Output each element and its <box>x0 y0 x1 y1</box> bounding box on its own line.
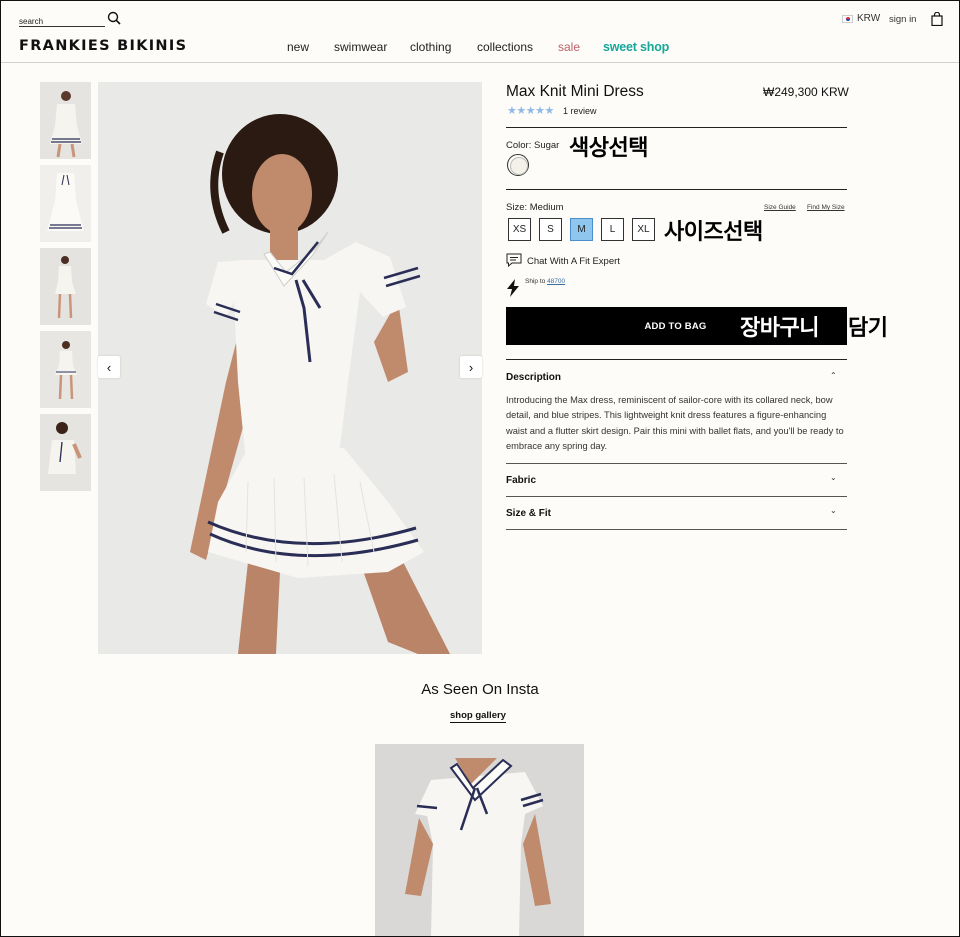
divider <box>506 189 847 190</box>
korea-flag-icon <box>842 14 853 23</box>
insta-photo[interactable] <box>375 744 584 936</box>
nav-clothing[interactable]: clothing <box>410 40 451 54</box>
nav-new[interactable]: new <box>287 40 309 54</box>
size-xs-button[interactable]: XS <box>508 218 531 241</box>
chevron-down-icon[interactable]: ⌄ <box>830 473 837 482</box>
color-label: Color: Sugar <box>506 140 560 151</box>
size-l-button[interactable]: L <box>601 218 624 241</box>
size-guide-link[interactable]: Size Guide <box>764 204 796 211</box>
description-header[interactable]: Description <box>506 372 561 383</box>
thumbnail-1[interactable] <box>40 82 91 159</box>
annotation-color: 색상선택 <box>569 136 648 161</box>
size-fit-header[interactable]: Size & Fit <box>506 508 551 519</box>
next-image-button[interactable]: › <box>460 356 482 378</box>
site-logo[interactable]: FRANKIES BIKINIS <box>19 38 187 54</box>
currency-selector[interactable]: KRW <box>842 13 880 24</box>
thumbnail-4[interactable] <box>40 331 91 408</box>
thumbnail-list <box>40 82 92 497</box>
size-xl-button[interactable]: XL <box>632 218 655 241</box>
annotation-size: 사이즈선택 <box>664 220 763 245</box>
rating-stars[interactable]: ★★★★★ <box>507 104 554 117</box>
divider <box>506 463 847 464</box>
thumbnail-2[interactable] <box>40 165 91 242</box>
chat-bubble-icon <box>506 253 522 267</box>
shopping-bag-icon[interactable] <box>931 12 943 26</box>
search-input[interactable] <box>19 17 99 26</box>
product-main-image <box>98 82 482 654</box>
currency-label: KRW <box>857 13 881 24</box>
description-text: Introducing the Max dress, reminiscent o… <box>506 395 844 452</box>
chevron-right-icon: › <box>468 359 474 375</box>
chat-fit-expert-link[interactable]: Chat With A Fit Expert <box>527 256 620 267</box>
insta-section-title: As Seen On Insta <box>421 681 539 698</box>
divider <box>506 496 847 497</box>
size-s-button[interactable]: S <box>539 218 562 241</box>
lightning-bolt-icon <box>507 279 519 297</box>
nav-sweet-shop[interactable]: sweet shop <box>603 40 669 54</box>
divider <box>506 529 847 530</box>
color-swatch-sugar[interactable] <box>507 154 529 176</box>
fabric-header[interactable]: Fabric <box>506 475 536 486</box>
nav-sale[interactable]: sale <box>558 40 580 54</box>
ship-to-info: Ship to 48700 <box>525 278 565 285</box>
page-frame: FRANKIES BIKINIS new swimwear clothing c… <box>0 0 960 937</box>
chevron-left-icon: ‹ <box>106 359 112 375</box>
divider <box>506 127 847 128</box>
thumbnail-3[interactable] <box>40 248 91 325</box>
site-header: FRANKIES BIKINIS new swimwear clothing c… <box>1 1 959 63</box>
chevron-down-icon[interactable]: ⌄ <box>830 506 837 515</box>
review-count[interactable]: 1 review <box>563 106 597 116</box>
nav-swimwear[interactable]: swimwear <box>334 40 387 54</box>
ship-to-label: Ship to <box>525 278 546 285</box>
nav-collections[interactable]: collections <box>477 40 533 54</box>
ship-zip-link[interactable]: 48700 <box>547 278 565 285</box>
search-icon[interactable] <box>107 11 121 25</box>
thumbnail-5[interactable] <box>40 414 91 491</box>
product-title: Max Knit Mini Dress <box>506 83 644 100</box>
add-to-bag-label: ADD TO BAG <box>644 320 707 332</box>
chevron-up-icon[interactable]: ⌃ <box>830 371 837 380</box>
annotation-cart: 장바구니 <box>740 316 819 341</box>
sign-in-link[interactable]: sign in <box>889 14 916 25</box>
size-m-button[interactable]: M <box>570 218 593 241</box>
divider <box>506 359 847 360</box>
find-my-size-link[interactable]: Find My Size <box>807 204 845 211</box>
search-box[interactable] <box>19 11 105 27</box>
annotation-cart-suffix: 담기 <box>848 316 888 341</box>
shop-gallery-link[interactable]: shop gallery <box>450 710 506 723</box>
size-label: Size: Medium <box>506 202 564 213</box>
prev-image-button[interactable]: ‹ <box>98 356 120 378</box>
product-price: ₩249,300 KRW <box>763 85 849 99</box>
